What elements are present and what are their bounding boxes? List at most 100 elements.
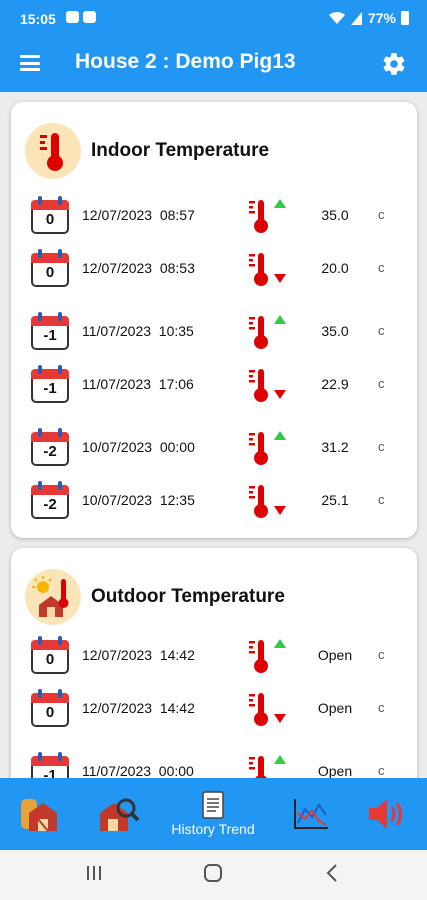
gear-icon[interactable]: [381, 51, 407, 77]
row-unit: c: [378, 439, 385, 454]
calendar-icon: 0: [31, 249, 69, 287]
farm-icon: [21, 799, 57, 832]
day-offset: -1: [43, 380, 57, 397]
recent-apps-icon[interactable]: [85, 863, 103, 883]
back-icon[interactable]: [324, 863, 340, 883]
thermometer-icon: [25, 123, 81, 179]
nav-history-trend[interactable]: History Trend: [163, 778, 263, 850]
row-datetime: 10/07/2023 00:00: [82, 439, 195, 455]
system-nav-bar: [0, 850, 427, 900]
indoor-card-title: Indoor Temperature: [91, 140, 270, 161]
temp-up-icon: [249, 431, 286, 465]
calendar-icon: -1: [31, 365, 69, 403]
menu-icon[interactable]: [20, 55, 40, 71]
outdoor-row[interactable]: 0 12/07/2023 14:42 Open c: [31, 689, 401, 729]
row-unit: c: [378, 323, 385, 338]
page-title: House 2 : Demo Pig13: [75, 50, 296, 73]
message-icon: [66, 11, 79, 23]
row-value: Open: [317, 763, 353, 778]
temp-down-icon: [249, 485, 286, 518]
day-offset: -2: [43, 496, 57, 513]
status-bar: 15:05 77%: [0, 0, 427, 36]
outdoor-card-header: Outdoor Temperature: [25, 569, 285, 625]
row-value: 25.1: [321, 492, 349, 508]
farm-search-icon: [100, 798, 140, 831]
nav-chart[interactable]: [288, 778, 334, 850]
row-datetime: 12/07/2023 14:42: [82, 647, 195, 663]
nav-label-history-trend: History Trend: [171, 821, 255, 837]
notification-icons: [66, 11, 96, 23]
row-datetime: 10/07/2023 12:35: [82, 492, 195, 508]
day-offset: 0: [45, 651, 55, 668]
row-datetime: 11/07/2023 17:06: [82, 376, 194, 392]
indoor-row[interactable]: 0 12/07/2023 08:53 20.0 c: [31, 249, 401, 289]
row-value: 31.2: [321, 439, 349, 455]
outdoor-farm-icon: [25, 569, 81, 625]
indoor-row[interactable]: -1 11/07/2023 10:35 35.0 c: [31, 312, 401, 352]
day-offset: -2: [43, 443, 57, 460]
calendar-icon: -2: [31, 428, 69, 466]
row-unit: c: [378, 376, 385, 391]
temp-down-icon: [249, 693, 286, 726]
indoor-row[interactable]: -2 10/07/2023 00:00 31.2 c: [31, 428, 401, 468]
calendar-icon: -1: [31, 312, 69, 350]
nav-farm-search[interactable]: [94, 778, 144, 850]
content[interactable]: Indoor Temperature 0 12/07/2023 08:57 35.0…: [0, 92, 427, 778]
app-bar: House 2 : Demo Pig13: [0, 36, 427, 92]
indoor-temperature-card: Indoor Temperature 0 12/07/2023 08:57 35.0…: [11, 102, 417, 538]
calendar-icon: 0: [31, 636, 69, 674]
outdoor-row[interactable]: 0 12/07/2023 14:42 Open c: [31, 636, 401, 676]
day-offset: -1: [43, 327, 57, 344]
day-offset: 0: [45, 211, 55, 228]
row-value: 22.9: [321, 376, 349, 392]
row-datetime: 12/07/2023 14:42: [82, 700, 195, 716]
day-offset: -1: [43, 767, 57, 778]
indoor-card-header: Indoor Temperature: [25, 123, 269, 179]
outdoor-card-title: Outdoor Temperature: [91, 586, 285, 607]
wifi-icon: [328, 11, 345, 24]
temp-up-icon: [249, 639, 286, 673]
row-unit: c: [378, 207, 385, 222]
day-offset: 0: [45, 264, 55, 281]
row-unit: c: [378, 260, 385, 275]
status-time: 15:05: [20, 11, 56, 27]
row-unit: c: [378, 763, 385, 778]
row-value: Open: [317, 700, 353, 716]
indoor-row[interactable]: -2 10/07/2023 12:35 25.1 c: [31, 481, 401, 521]
outdoor-temperature-card: Outdoor Temperature 0 12/07/2023 14:42 Ope…: [11, 548, 417, 778]
row-value: 35.0: [321, 323, 349, 339]
speaker-icon: [369, 799, 402, 829]
battery-icon: [401, 11, 409, 25]
gallery-icon: [83, 11, 96, 23]
row-unit: c: [378, 700, 385, 715]
row-unit: c: [378, 492, 385, 507]
calendar-icon: 0: [31, 196, 69, 234]
line-chart-icon: [294, 799, 328, 829]
nav-alarm[interactable]: [362, 778, 412, 850]
status-right: 77%: [328, 10, 409, 26]
document-icon: [202, 791, 224, 819]
row-datetime: 12/07/2023 08:53: [82, 260, 195, 276]
row-datetime: 12/07/2023 08:57: [82, 207, 195, 223]
temp-up-icon: [249, 755, 286, 778]
row-unit: c: [378, 647, 385, 662]
row-value: Open: [317, 647, 353, 663]
nav-farm[interactable]: [14, 778, 64, 850]
battery-percent: 77%: [367, 10, 396, 26]
temp-up-icon: [249, 199, 286, 233]
day-offset: 0: [45, 704, 55, 721]
home-icon[interactable]: [203, 863, 223, 883]
outdoor-row[interactable]: -1 11/07/2023 00:00 Open c: [31, 752, 401, 778]
indoor-row[interactable]: -1 11/07/2023 17:06 22.9 c: [31, 365, 401, 405]
signal-icon: [350, 11, 362, 25]
row-datetime: 11/07/2023 00:00: [82, 763, 194, 778]
calendar-icon: 0: [31, 689, 69, 727]
temp-down-icon: [249, 253, 286, 286]
bottom-nav: History Trend: [0, 778, 427, 850]
indoor-row[interactable]: 0 12/07/2023 08:57 35.0 c: [31, 196, 401, 236]
row-value: 35.0: [321, 207, 349, 223]
temp-up-icon: [249, 315, 286, 349]
calendar-icon: -1: [31, 752, 69, 778]
row-value: 20.0: [321, 260, 349, 276]
temp-down-icon: [249, 369, 286, 402]
